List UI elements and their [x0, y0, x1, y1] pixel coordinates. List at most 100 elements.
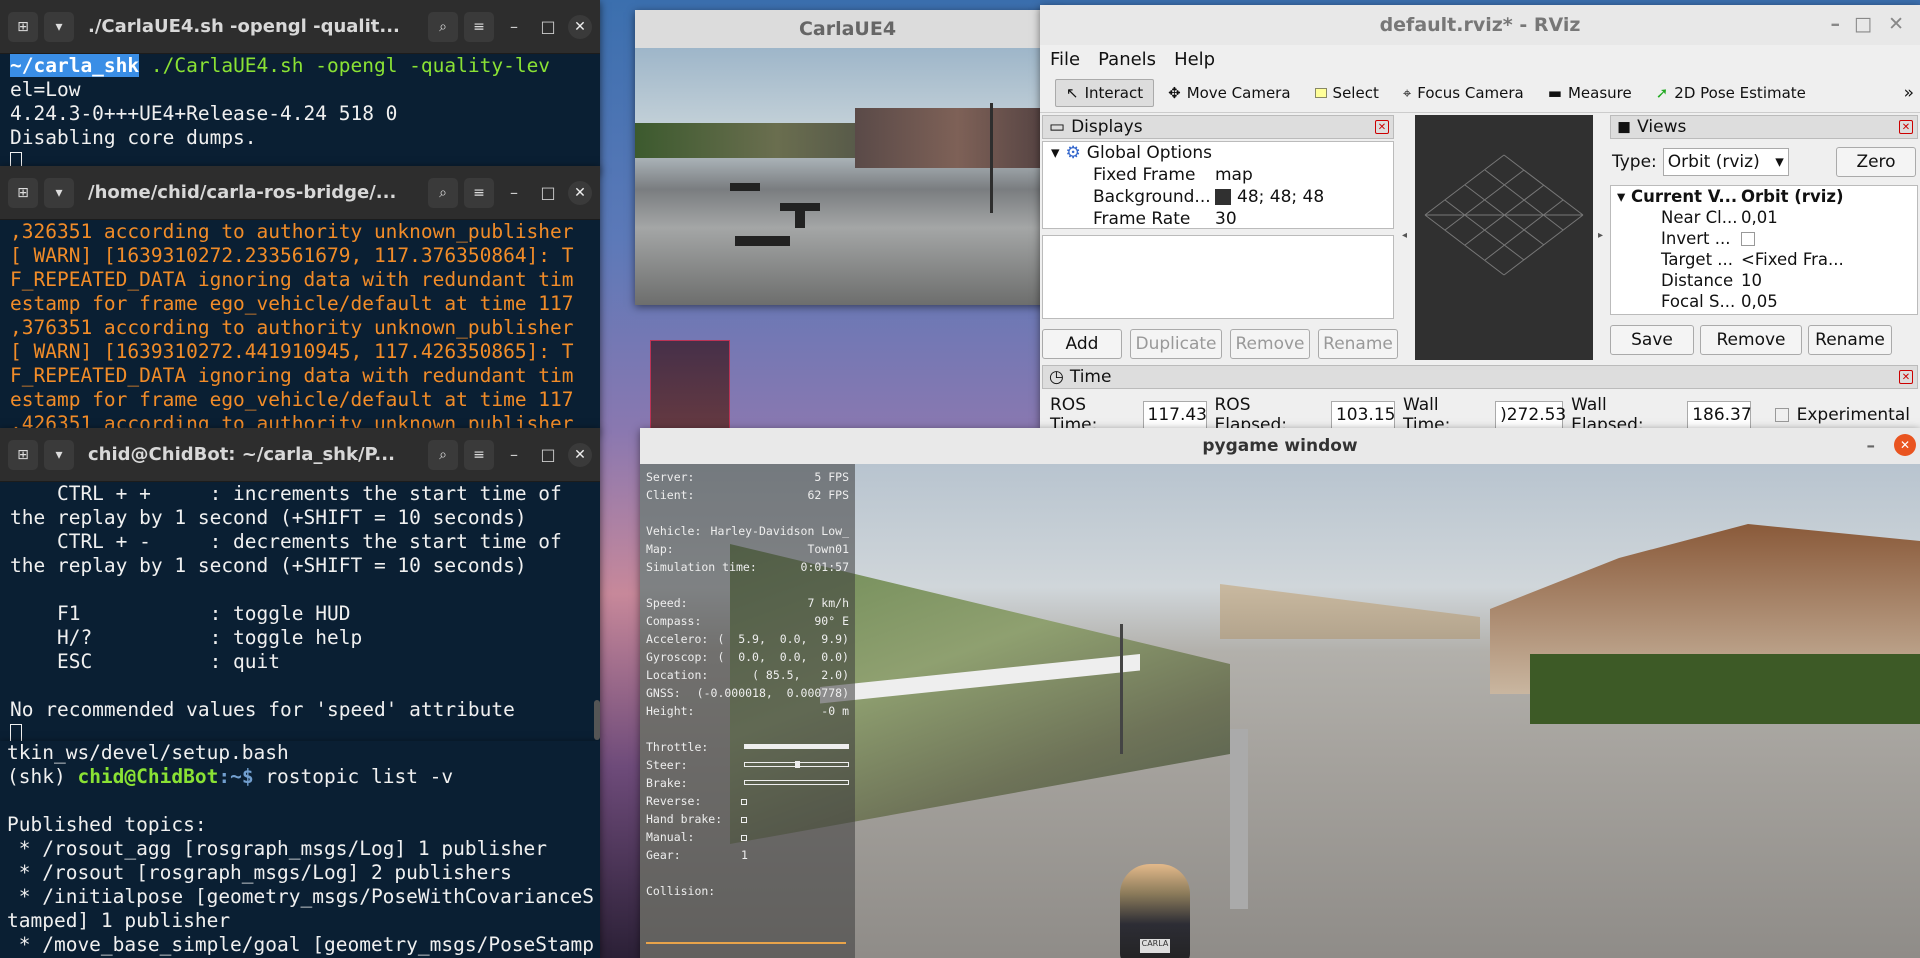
- duplicate-button[interactable]: Duplicate: [1130, 329, 1222, 359]
- hud-value: (-0.000018, 0.000778): [696, 686, 849, 700]
- type-select[interactable]: Orbit (rviz) ▾: [1662, 148, 1789, 176]
- prop-value: 48; 48; 48: [1237, 187, 1325, 207]
- menu-icon[interactable]: ≡: [464, 439, 494, 470]
- tool-move-camera[interactable]: ✥ Move Camera: [1158, 80, 1300, 106]
- new-tab-icon[interactable]: ⊞: [8, 11, 38, 42]
- pygame-window[interactable]: pygame window – ✕ CARLA Server: 5 FPS Cli…: [640, 428, 1920, 958]
- tree-row[interactable]: Frame Rate 30: [1043, 208, 1393, 228]
- experimental-checkbox[interactable]: [1775, 408, 1789, 422]
- displays-tree[interactable]: ▾ ⚙ Global Options Fixed Frame map Backgrou…: [1042, 141, 1394, 229]
- tree-row-current[interactable]: ▾ Current V... Orbit (rviz): [1611, 186, 1917, 207]
- menu-file[interactable]: File: [1050, 49, 1080, 70]
- rename-view-button[interactable]: Rename: [1808, 325, 1892, 355]
- menu-icon[interactable]: ≡: [464, 11, 494, 42]
- help-line: the replay by 1 second (+SHIFT = 10 seco…: [10, 554, 527, 577]
- maximize-icon[interactable]: □: [1854, 13, 1872, 35]
- terminal-output[interactable]: ,326351 according to authority unknown_p…: [0, 220, 600, 432]
- close-icon[interactable]: ✕: [1894, 434, 1916, 456]
- minimize-icon[interactable]: –: [1867, 436, 1876, 456]
- tree-row[interactable]: Fixed Frame map: [1043, 164, 1393, 186]
- displays-header: ▭ Displays ✕: [1042, 115, 1394, 139]
- search-icon[interactable]: ⌕: [428, 439, 458, 470]
- tool-focus-camera[interactable]: ⌖ Focus Camera: [1393, 80, 1534, 106]
- save-button[interactable]: Save: [1610, 325, 1694, 355]
- tree-row[interactable]: Focal S... 0,05: [1611, 291, 1917, 312]
- hud-value: Harley-Davidson Low_: [710, 524, 849, 538]
- menu-icon[interactable]: ≡: [464, 177, 494, 208]
- menu-panels[interactable]: Panels: [1098, 49, 1156, 70]
- close-icon[interactable]: ✕: [568, 180, 592, 205]
- wall-elapsed-field[interactable]: 186.37: [1687, 401, 1752, 429]
- minimize-icon[interactable]: –: [500, 183, 528, 202]
- minimize-icon[interactable]: –: [500, 445, 528, 464]
- tree-row[interactable]: Near Cl... 0,01: [1611, 207, 1917, 228]
- tool-label: Select: [1332, 83, 1379, 102]
- rviz-3d-view[interactable]: [1415, 115, 1593, 360]
- minimize-icon[interactable]: –: [500, 17, 528, 36]
- terminal-titlebar[interactable]: ⊞ ▾ chid@ChidBot: ~/carla_shk/P... ⌕ ≡ –…: [0, 428, 600, 482]
- tree-row-global[interactable]: ▾ ⚙ Global Options: [1043, 142, 1393, 164]
- chevron-down-icon[interactable]: ▾: [44, 177, 74, 208]
- remove-view-button[interactable]: Remove: [1700, 325, 1802, 355]
- new-tab-icon[interactable]: ⊞: [8, 177, 38, 208]
- camera-icon: ◼: [1617, 117, 1632, 137]
- minimize-icon[interactable]: –: [1831, 13, 1841, 35]
- hud-value: -0 m: [821, 704, 849, 718]
- carla-ue4-window[interactable]: CarlaUE4: [635, 10, 1060, 305]
- views-tree[interactable]: ▾ Current V... Orbit (rviz) Near Cl... 0,0…: [1610, 185, 1918, 315]
- wall-time-field[interactable]: )272.53: [1495, 401, 1566, 429]
- maximize-icon[interactable]: □: [534, 183, 562, 202]
- simulation-view[interactable]: CARLA Server: 5 FPS Client: 62 FPS Vehicle…: [640, 464, 1920, 958]
- close-panel-icon[interactable]: ✕: [1375, 120, 1389, 134]
- terminal-scrollbar[interactable]: [594, 700, 600, 740]
- rename-button[interactable]: Rename: [1318, 329, 1398, 359]
- ros-elapsed-field[interactable]: 103.15: [1330, 401, 1395, 429]
- collapse-right-icon[interactable]: ▸: [1598, 230, 1603, 241]
- toolbar-overflow-icon[interactable]: »: [1904, 83, 1914, 103]
- maximize-icon[interactable]: □: [534, 17, 562, 36]
- terminal-window-manual-control[interactable]: ⊞ ▾ chid@ChidBot: ~/carla_shk/P... ⌕ ≡ –…: [0, 428, 600, 741]
- chevron-down-icon[interactable]: ▾: [44, 11, 74, 42]
- tool-measure[interactable]: ▬ Measure: [1538, 80, 1642, 106]
- terminal-titlebar[interactable]: ⊞ ▾ ./CarlaUE4.sh -opengl -qualit... ⌕ ≡…: [0, 0, 600, 54]
- invert-checkbox[interactable]: [1741, 231, 1755, 246]
- collapse-left-icon[interactable]: ◂: [1402, 230, 1407, 241]
- gear-icon: ⚙: [1065, 143, 1081, 163]
- terminal-output[interactable]: CTRL + + : increments the start time of …: [0, 482, 600, 741]
- search-icon[interactable]: ⌕: [428, 177, 458, 208]
- terminal-window-carla[interactable]: ⊞ ▾ ./CarlaUE4.sh -opengl -qualit... ⌕ ≡…: [0, 0, 600, 172]
- close-panel-icon[interactable]: ✕: [1899, 370, 1913, 384]
- rviz-window[interactable]: default.rviz* - RViz – □ ✕ File Panels H…: [1040, 5, 1920, 435]
- close-panel-icon[interactable]: ✕: [1899, 120, 1913, 134]
- close-icon[interactable]: ✕: [568, 14, 592, 39]
- carla-3d-view[interactable]: [635, 48, 1060, 305]
- tree-row[interactable]: Invert ...: [1611, 228, 1917, 249]
- ros-time-field[interactable]: 117.43: [1142, 401, 1207, 429]
- prop-key: Target ...: [1661, 250, 1734, 269]
- tool-2d-pose-estimate[interactable]: ➚ 2D Pose Estimate: [1646, 80, 1816, 106]
- remove-button[interactable]: Remove: [1230, 329, 1310, 359]
- chevron-down-icon[interactable]: ▾: [44, 439, 74, 470]
- terminal-output[interactable]: tkin_ws/devel/setup.bash (shk) chid@Chid…: [0, 741, 600, 957]
- tree-row[interactable]: Distance 10: [1611, 270, 1917, 291]
- maximize-icon[interactable]: □: [534, 445, 562, 464]
- terminal-window-rostopic[interactable]: tkin_ws/devel/setup.bash (shk) chid@Chid…: [0, 741, 600, 958]
- tool-interact[interactable]: ↖ Interact: [1055, 78, 1155, 107]
- current-view-label: Current V...: [1631, 187, 1738, 206]
- close-icon[interactable]: ✕: [1888, 13, 1904, 35]
- terminal-titlebar[interactable]: ⊞ ▾ /home/chid/carla-ros-bridge/... ⌕ ≡ …: [0, 166, 600, 220]
- menu-help[interactable]: Help: [1174, 49, 1215, 70]
- tree-row[interactable]: Target ... <Fixed Fra...: [1611, 249, 1917, 270]
- tree-row[interactable]: Background... 48; 48; 48: [1043, 186, 1393, 208]
- rviz-title: default.rviz* - RViz: [1379, 14, 1581, 36]
- search-icon[interactable]: ⌕: [428, 11, 458, 42]
- rviz-titlebar[interactable]: default.rviz* - RViz – □ ✕: [1040, 5, 1920, 45]
- zero-button[interactable]: Zero: [1836, 147, 1916, 177]
- close-icon[interactable]: ✕: [568, 442, 592, 467]
- terminal-window-ros-bridge[interactable]: ⊞ ▾ /home/chid/carla-ros-bridge/... ⌕ ≡ …: [0, 166, 600, 432]
- add-button[interactable]: Add: [1042, 329, 1122, 359]
- terminal-output[interactable]: ~/carla_shk ./CarlaUE4.sh -opengl -quali…: [0, 54, 600, 172]
- new-tab-icon[interactable]: ⊞: [8, 439, 38, 470]
- tool-select[interactable]: Select: [1305, 80, 1389, 106]
- pygame-titlebar[interactable]: pygame window – ✕: [640, 428, 1920, 464]
